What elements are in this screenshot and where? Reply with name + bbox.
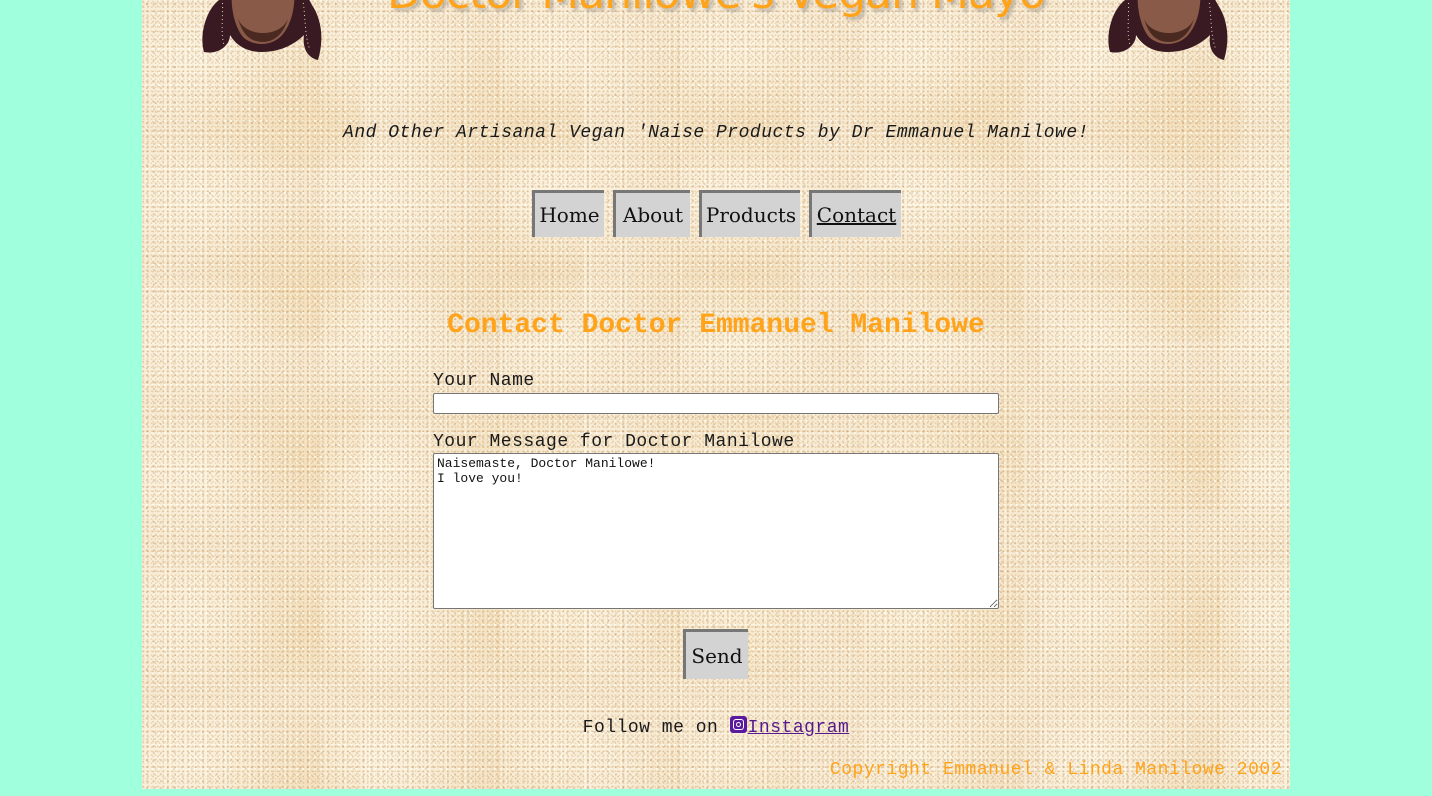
- nav-home-label: Home: [539, 203, 600, 227]
- contact-form: Your Name Your Message for Doctor Manilo…: [433, 370, 999, 609]
- page-container: Doctor Manilowe's Vegan Mayo And Other A…: [142, 0, 1290, 789]
- contact-heading: Contact Doctor Emmanuel Manilowe: [447, 310, 985, 341]
- site-title: Doctor Manilowe's Vegan Mayo: [142, 0, 1290, 19]
- nav-contact-button[interactable]: Contact: [809, 190, 901, 237]
- instagram-icon: [729, 716, 747, 733]
- instagram-link[interactable]: Instagram: [729, 716, 850, 738]
- nav-products-label: Products: [705, 203, 797, 227]
- nav-about-label: About: [622, 203, 684, 227]
- send-label: Send: [691, 643, 743, 668]
- follow-line: Follow me on Instagram: [142, 716, 1290, 738]
- message-label: Your Message for Doctor Manilowe: [433, 432, 795, 452]
- send-wrapper: Send: [683, 629, 748, 679]
- nav-home-button[interactable]: Home: [532, 190, 604, 237]
- name-label: Your Name: [433, 371, 535, 391]
- copyright-text: Copyright Emmanuel & Linda Manilowe 2002: [829, 760, 1282, 780]
- message-textarea[interactable]: Naisemaste, Doctor Manilowe! I love you!: [433, 453, 999, 609]
- site-tagline: And Other Artisanal Vegan 'Naise Product…: [343, 123, 1089, 143]
- instagram-label: Instagram: [747, 718, 850, 738]
- nav-products-button[interactable]: Products: [699, 190, 800, 237]
- nav-contact-label: Contact: [816, 203, 897, 227]
- send-button[interactable]: Send: [683, 629, 748, 679]
- follow-text: Follow me on: [582, 718, 730, 738]
- main-nav: Home About Products Contact: [532, 190, 901, 237]
- nav-about-button[interactable]: About: [613, 190, 690, 237]
- name-input[interactable]: [433, 393, 999, 414]
